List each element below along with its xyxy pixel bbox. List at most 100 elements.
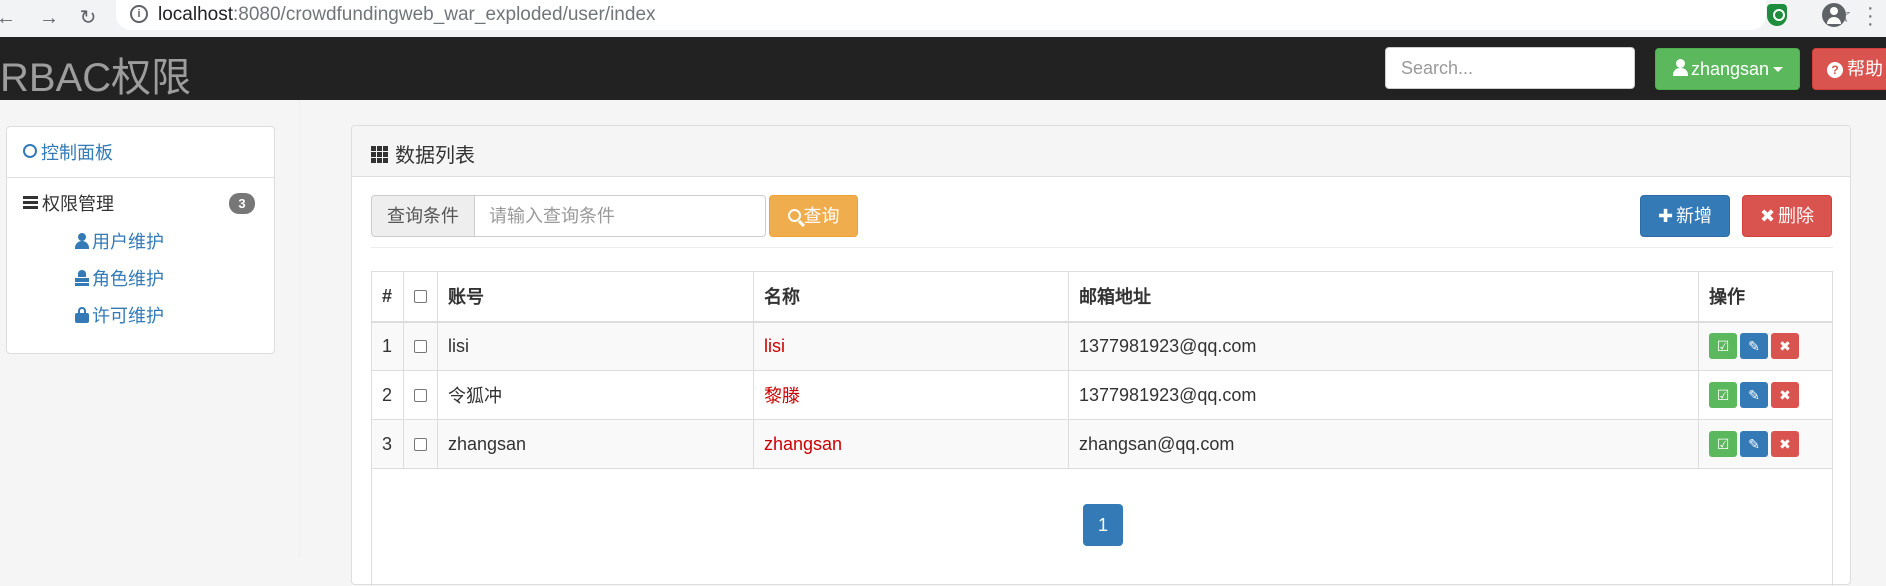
row-email: 1377981923@qq.com — [1068, 321, 1699, 371]
sidebar-item-dashboard[interactable]: 控制面板 — [23, 139, 113, 165]
row-email: zhangsan@qq.com — [1068, 419, 1699, 469]
extension-shield-icon[interactable] — [1767, 4, 1787, 26]
row-select — [403, 321, 438, 371]
column-header-email: 邮箱地址 — [1068, 271, 1699, 323]
sidebar-item-permissions[interactable]: 许可维护 — [75, 302, 164, 328]
row-actions: ☑ ✎ ✖ — [1698, 321, 1833, 371]
lock-icon — [75, 307, 89, 323]
sidebar-group-label: 权限管理 — [42, 194, 114, 214]
panel-heading: 数据列表 — [352, 126, 1850, 177]
table-row: 1 lisi lisi 1377981923@qq.com ☑ ✎ ✖ — [371, 321, 1833, 371]
row-account: zhangsan — [437, 419, 754, 469]
row-number: 3 — [371, 419, 404, 469]
row-checkbox[interactable] — [414, 339, 427, 353]
table-row: 2 令狐冲 黎滕 1377981923@qq.com ☑ ✎ ✖ — [371, 370, 1833, 420]
row-account: 令狐冲 — [437, 370, 754, 420]
edit-button[interactable]: ✎ — [1740, 333, 1768, 360]
row-name: zhangsan — [753, 419, 1069, 469]
row-number: 2 — [371, 370, 404, 420]
url-host: localhost — [158, 4, 233, 25]
remove-button[interactable]: ✖ — [1771, 333, 1799, 360]
search-icon — [787, 209, 805, 228]
help-label: 帮助 — [1847, 59, 1883, 79]
user-name-label: zhangsan — [1690, 59, 1770, 79]
query-button-label: 查询 — [803, 206, 840, 226]
role-icon — [75, 270, 89, 286]
profile-avatar-icon[interactable] — [1822, 3, 1846, 27]
plus-icon: ✚ — [1657, 206, 1674, 226]
user-icon — [1672, 59, 1688, 77]
query-button[interactable]: 查询 — [769, 195, 858, 237]
query-input[interactable] — [474, 195, 766, 237]
sidebar-group-permissions[interactable]: 权限管理 — [23, 190, 114, 216]
page-1-button[interactable]: 1 — [1083, 504, 1123, 546]
close-icon: ✖ — [1759, 206, 1776, 226]
row-actions: ☑ ✎ ✖ — [1698, 419, 1833, 469]
sidebar-item-users[interactable]: 用户维护 — [75, 228, 164, 254]
select-all-checkbox[interactable] — [414, 289, 427, 303]
data-list-panel: 数据列表 查询条件 查询 ✚新增 ✖删除 # 账号 名称 邮箱地址 操作 1 l… — [351, 125, 1851, 586]
row-name: 黎滕 — [753, 370, 1069, 420]
column-header-select — [403, 271, 438, 323]
assign-role-button[interactable]: ☑ — [1709, 382, 1737, 408]
grid-icon — [371, 146, 389, 164]
sidebar-item-label: 角色维护 — [92, 269, 164, 289]
address-bar[interactable]: i localhost:8080/crowdfundingweb_war_exp… — [116, 0, 1852, 30]
row-checkbox[interactable] — [414, 388, 427, 402]
column-header-number: # — [371, 271, 404, 323]
data-table: # 账号 名称 邮箱地址 操作 1 lisi lisi 1377981923@q… — [371, 271, 1833, 469]
server-icon — [23, 196, 38, 210]
search-input[interactable] — [1385, 47, 1635, 89]
edit-button[interactable]: ✎ — [1740, 382, 1768, 408]
user-dropdown-button[interactable]: zhangsan — [1655, 48, 1800, 90]
sidebar-menu: 控制面板 权限管理 3 用户维护 角色维护 许可维护 — [6, 126, 275, 354]
top-navbar: RBAC权限 zhangsan ?帮助 — [0, 37, 1886, 100]
pagination-row: 1 — [371, 468, 1833, 586]
query-addon: 查询条件 — [371, 195, 475, 237]
url-path: :8080/crowdfundingweb_war_exploded/user/… — [233, 4, 656, 25]
column-header-account: 账号 — [437, 271, 754, 323]
table-header-row: # 账号 名称 邮箱地址 操作 — [371, 271, 1833, 323]
brand-title[interactable]: RBAC权限 — [0, 45, 191, 103]
sidebar-item-label: 控制面板 — [41, 143, 113, 163]
assign-role-button[interactable]: ☑ — [1709, 431, 1737, 457]
column-header-name: 名称 — [753, 271, 1069, 323]
sidebar-item-label: 许可维护 — [92, 306, 164, 326]
row-select — [403, 419, 438, 469]
row-checkbox[interactable] — [414, 437, 427, 451]
sidebar-item-roles[interactable]: 角色维护 — [75, 265, 164, 291]
user-icon — [75, 233, 89, 249]
row-number: 1 — [371, 321, 404, 371]
remove-button[interactable]: ✖ — [1771, 382, 1799, 408]
row-select — [403, 370, 438, 420]
add-button-label: 新增 — [1676, 206, 1713, 226]
panel-title: 数据列表 — [371, 139, 475, 168]
row-account: lisi — [437, 321, 754, 371]
reload-icon[interactable]: ↻ — [76, 6, 100, 30]
delete-button[interactable]: ✖ 删除 — [1742, 195, 1832, 237]
table-row: 3 zhangsan zhangsan zhangsan@qq.com ☑ ✎ ✖ — [371, 419, 1833, 469]
row-actions: ☑ ✎ ✖ — [1698, 370, 1833, 420]
help-button[interactable]: ? 帮助 — [1812, 48, 1886, 90]
browser-toolbar: ← → ↻ i localhost:8080/crowdfundingweb_w… — [0, 0, 1886, 37]
remove-button[interactable]: ✖ — [1771, 431, 1799, 457]
forward-arrow-icon[interactable]: → — [37, 6, 61, 30]
dashboard-icon — [23, 144, 37, 158]
back-arrow-icon[interactable]: ← — [0, 6, 18, 30]
column-header-actions: 操作 — [1698, 271, 1833, 323]
info-icon[interactable]: i — [130, 5, 148, 23]
divider — [371, 247, 1833, 248]
delete-button-label: 删除 — [1778, 206, 1815, 226]
sidebar-item-label: 用户维护 — [92, 232, 164, 252]
row-email: 1377981923@qq.com — [1068, 370, 1699, 420]
url-text[interactable]: localhost:8080/crowdfundingweb_war_explo… — [158, 4, 656, 26]
add-button[interactable]: ✚ 新增 — [1640, 195, 1730, 237]
count-badge: 3 — [229, 193, 255, 214]
edit-button[interactable]: ✎ — [1740, 431, 1768, 457]
menu-kebab-icon[interactable]: · · · — [1867, 0, 1874, 34]
divider — [7, 177, 274, 178]
caret-down-icon — [1773, 67, 1784, 72]
assign-role-button[interactable]: ☑ — [1709, 333, 1737, 360]
panel-title-text: 数据列表 — [395, 145, 475, 167]
question-circle-icon: ? — [1827, 62, 1843, 78]
